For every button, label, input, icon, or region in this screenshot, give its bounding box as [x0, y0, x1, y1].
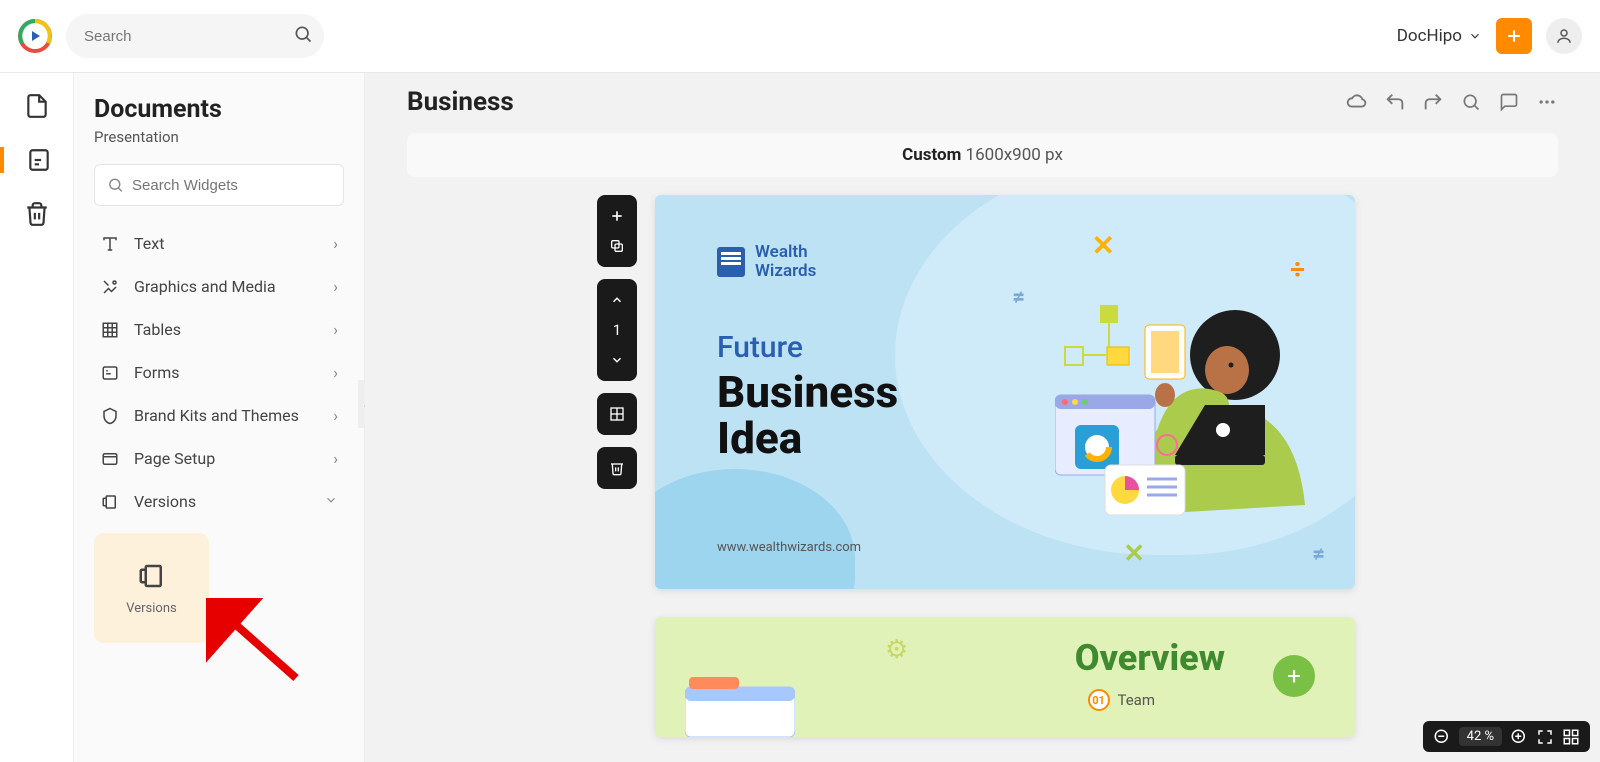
- page-number: 1: [598, 315, 636, 345]
- app-logo[interactable]: [18, 19, 52, 53]
- person-illustration: [1055, 295, 1335, 575]
- grid-layout-button[interactable]: [598, 399, 636, 429]
- chevron-right-icon: ›: [333, 363, 338, 382]
- more-menu-button[interactable]: [1536, 91, 1558, 113]
- slide1-brand: Wealth Wizards: [717, 243, 816, 280]
- search-icon: [293, 24, 313, 48]
- chevron-right-icon: ›: [333, 320, 338, 339]
- slide2-sub-num: 01: [1088, 689, 1110, 711]
- slide1-url: www.wealthwizards.com: [717, 540, 861, 555]
- rail-editor[interactable]: [0, 147, 73, 173]
- slide1-line2: Business Idea: [717, 369, 898, 461]
- brand-label: DocHipo: [1397, 26, 1462, 46]
- account-button[interactable]: [1546, 18, 1582, 54]
- comments-button[interactable]: [1498, 91, 1520, 113]
- divide-icon: ÷: [1290, 255, 1305, 285]
- dims-value: 1600x900 px: [966, 145, 1063, 165]
- versions-card-icon: [134, 561, 170, 591]
- menu-graphics-media[interactable]: Graphics and Media ›: [94, 265, 344, 308]
- document-icon: [24, 93, 50, 119]
- menu-label: Text: [134, 234, 319, 253]
- notequal-icon: ≠: [1012, 285, 1025, 310]
- chevron-right-icon: ›: [333, 449, 338, 468]
- rail-trash[interactable]: [0, 201, 73, 227]
- zoom-bar: 42 %: [1423, 721, 1590, 752]
- sidebar-subtitle: Presentation: [94, 128, 344, 146]
- slide-2[interactable]: ⚙ Overview + 01 Team: [655, 617, 1355, 737]
- text-icon: [100, 235, 120, 253]
- chevron-right-icon: ›: [333, 406, 338, 425]
- redo-button[interactable]: [1422, 91, 1444, 113]
- undo-button[interactable]: [1384, 91, 1406, 113]
- page-icon: [26, 147, 52, 173]
- user-icon: [1555, 27, 1573, 45]
- versions-icon: [100, 493, 120, 511]
- slide-1[interactable]: Wealth Wizards Future Business Idea www.…: [655, 195, 1355, 589]
- duplicate-page-button[interactable]: [598, 231, 636, 261]
- menu-label: Page Setup: [134, 449, 319, 468]
- add-page-button[interactable]: [598, 201, 636, 231]
- widget-search[interactable]: [94, 164, 344, 206]
- dims-label: Custom: [902, 145, 961, 165]
- slide2-sub-label: Team: [1118, 691, 1156, 709]
- menu-forms[interactable]: Forms ›: [94, 351, 344, 394]
- menu-label: Versions: [134, 492, 310, 511]
- window-illustration: [685, 677, 795, 737]
- rail-documents[interactable]: [0, 93, 73, 119]
- menu-label: Graphics and Media: [134, 277, 319, 296]
- plus-icon: [1504, 26, 1524, 46]
- chevron-right-icon: ›: [333, 234, 338, 253]
- versions-card[interactable]: Versions: [94, 533, 209, 643]
- cloud-sync-icon[interactable]: [1346, 91, 1368, 113]
- trash-icon: [24, 201, 50, 227]
- slide1-brand-text: Wealth Wizards: [755, 243, 816, 280]
- menu-brand-kits[interactable]: Brand Kits and Themes ›: [94, 394, 344, 437]
- prev-page-button[interactable]: [598, 285, 636, 315]
- x-icon: ✕: [1092, 229, 1115, 262]
- add-element-fab[interactable]: +: [1273, 655, 1315, 697]
- canvas-search-button[interactable]: [1460, 91, 1482, 113]
- dimensions-bar[interactable]: Custom 1600x900 px: [407, 133, 1558, 177]
- zoom-value[interactable]: 42 %: [1459, 727, 1502, 746]
- document-title[interactable]: Business: [407, 87, 1330, 117]
- table-icon: [100, 321, 120, 339]
- sidebar-title: Documents: [94, 95, 344, 124]
- gear-icon: ⚙: [885, 635, 908, 665]
- brand-icon: [100, 407, 120, 425]
- chevron-down-icon: [324, 492, 338, 511]
- menu-label: Tables: [134, 320, 319, 339]
- versions-card-label: Versions: [126, 601, 176, 616]
- widget-search-input[interactable]: [132, 177, 331, 194]
- menu-label: Forms: [134, 363, 319, 382]
- workspace-dropdown[interactable]: DocHipo: [1397, 26, 1482, 46]
- menu-label: Brand Kits and Themes: [134, 406, 319, 425]
- global-search[interactable]: [66, 14, 324, 58]
- next-page-button[interactable]: [598, 345, 636, 375]
- media-icon: [100, 278, 120, 296]
- menu-text[interactable]: Text ›: [94, 222, 344, 265]
- chevron-down-icon: [1468, 29, 1482, 43]
- zoom-in-button[interactable]: [1510, 728, 1528, 746]
- slide1-line1: Future: [717, 330, 898, 365]
- menu-page-setup[interactable]: Page Setup ›: [94, 437, 344, 480]
- search-input[interactable]: [84, 28, 283, 45]
- zoom-out-button[interactable]: [1433, 728, 1451, 746]
- chevron-right-icon: ›: [333, 277, 338, 296]
- form-icon: [100, 364, 120, 382]
- fullscreen-button[interactable]: [1536, 728, 1554, 746]
- grid-view-button[interactable]: [1562, 728, 1580, 746]
- book-icon: [717, 247, 745, 277]
- menu-versions[interactable]: Versions: [94, 480, 344, 523]
- menu-tables[interactable]: Tables ›: [94, 308, 344, 351]
- slide2-title: Overview: [1075, 637, 1225, 679]
- search-icon: [107, 176, 124, 194]
- delete-page-button[interactable]: [598, 453, 636, 483]
- new-document-button[interactable]: [1496, 18, 1532, 54]
- slide2-subitem: 01 Team: [1088, 689, 1156, 711]
- page-setup-icon: [100, 450, 120, 468]
